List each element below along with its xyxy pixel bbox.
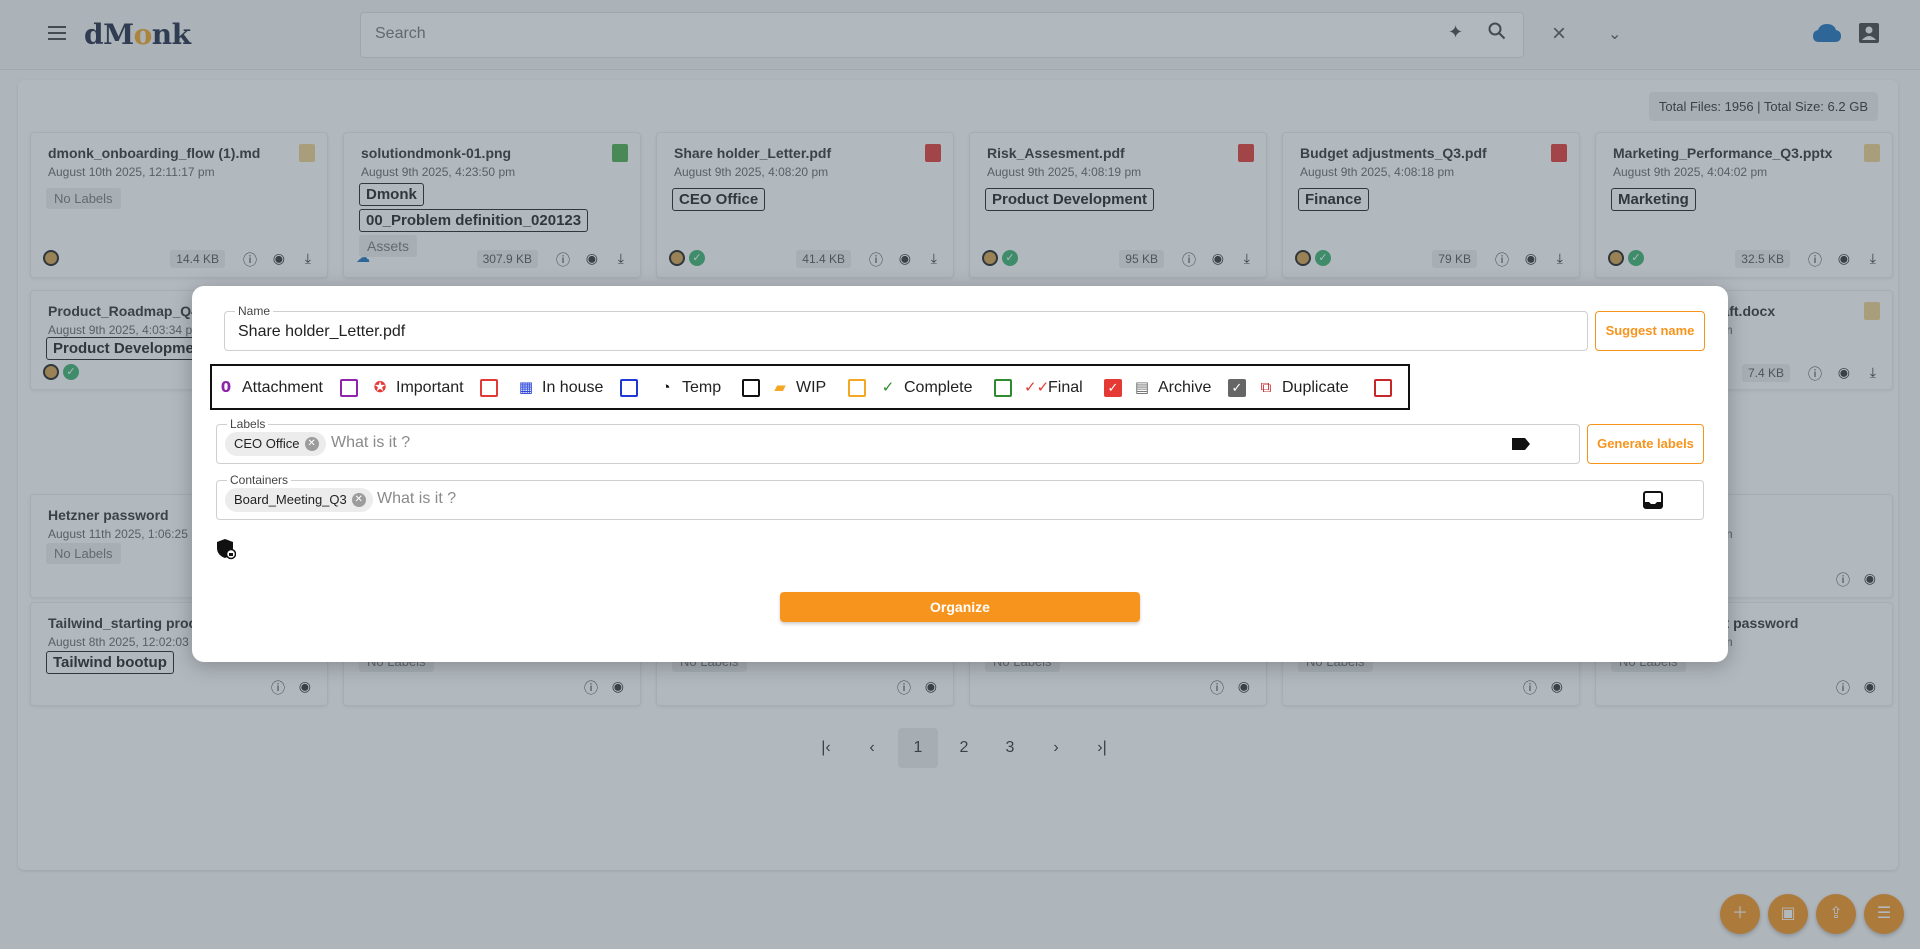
wip-checkbox[interactable]: [848, 379, 866, 397]
attachment-checkbox[interactable]: [340, 379, 358, 397]
flag-label: In house: [542, 379, 604, 396]
container-chip-text: Board_Meeting_Q3: [234, 492, 347, 507]
name-field[interactable]: Name Share holder_Letter.pdf: [224, 304, 1588, 351]
inbox-icon[interactable]: [1643, 491, 1663, 509]
labels-input[interactable]: [331, 434, 1431, 452]
suggest-name-button[interactable]: Suggest name: [1595, 311, 1705, 351]
containers-legend: Containers: [227, 473, 292, 487]
paperclip-icon: 𝟬: [220, 379, 232, 396]
flag-label: Attachment: [242, 379, 323, 396]
tag-icon[interactable]: [1511, 437, 1531, 451]
generate-labels-button[interactable]: Generate labels: [1587, 424, 1704, 464]
briefcase-clock-icon: ▰: [774, 379, 786, 396]
duplicate-checkbox[interactable]: [1374, 379, 1392, 397]
container-chip[interactable]: Board_Meeting_Q3 ✕: [225, 488, 373, 512]
labels-legend: Labels: [227, 417, 269, 431]
building-icon: ▦: [518, 379, 534, 396]
final-checkbox[interactable]: ✓: [1104, 379, 1122, 397]
organize-file-dialog: Name Share holder_Letter.pdf Suggest nam…: [192, 286, 1728, 662]
labels-field[interactable]: Labels CEO Office ✕: [216, 417, 1580, 464]
inhouse-checkbox[interactable]: [620, 379, 638, 397]
flag-label: Temp: [682, 379, 722, 396]
flag-label: Duplicate: [1282, 379, 1349, 396]
containers-input[interactable]: [377, 490, 1557, 508]
flag-label: Final: [1048, 379, 1083, 396]
flag-label: Archive: [1158, 379, 1212, 396]
shield-lock-icon[interactable]: [216, 538, 236, 560]
complete-checkbox[interactable]: [994, 379, 1012, 397]
label-chip-text: CEO Office: [234, 436, 300, 451]
archive-checkbox[interactable]: ✓: [1228, 379, 1246, 397]
flag-label: WIP: [796, 379, 827, 396]
timer-icon: ◔: [661, 379, 671, 396]
status-flags-bar: 𝟬 Attachment ✪ Important ▦ In house ◔ Te…: [210, 364, 1410, 410]
archive-box-icon: ▤: [1134, 379, 1150, 396]
double-check-icon: ✓✓: [1024, 379, 1050, 396]
flag-label: Important: [396, 379, 464, 396]
check-icon: ✓: [881, 379, 895, 396]
temp-checkbox[interactable]: [742, 379, 760, 397]
name-value[interactable]: Share holder_Letter.pdf: [238, 323, 405, 341]
label-chip[interactable]: CEO Office ✕: [225, 432, 326, 456]
remove-chip-icon[interactable]: ✕: [351, 493, 366, 507]
remove-chip-icon[interactable]: ✕: [304, 437, 319, 451]
copy-icon: ⧉: [1260, 379, 1272, 396]
name-legend: Name: [235, 304, 274, 318]
organize-button[interactable]: Organize: [780, 592, 1140, 622]
important-star-icon: ✪: [373, 379, 387, 396]
important-checkbox[interactable]: [480, 379, 498, 397]
containers-field[interactable]: Containers Board_Meeting_Q3 ✕: [216, 473, 1704, 520]
flag-label: Complete: [904, 379, 973, 396]
